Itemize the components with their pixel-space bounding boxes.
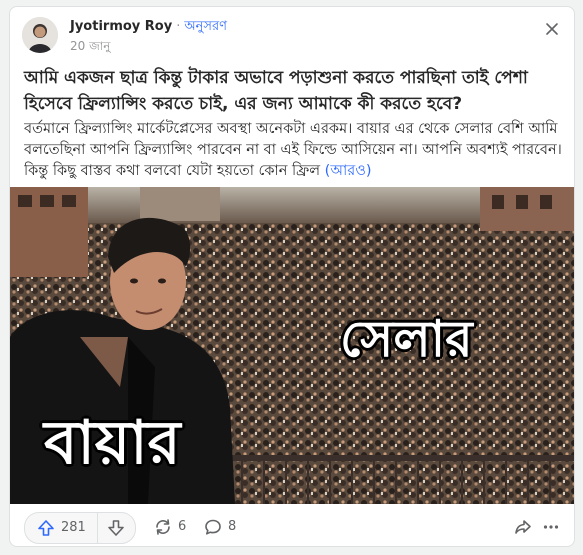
- close-icon[interactable]: [542, 19, 562, 39]
- action-bar: 281 6 8: [24, 512, 564, 544]
- upvote-arrow-icon: [38, 520, 54, 536]
- share-button[interactable]: [514, 512, 536, 542]
- meme-label-seller: সেলার: [340, 310, 473, 368]
- follow-link[interactable]: অনুসরণ: [184, 19, 227, 34]
- question-title[interactable]: আমি একজন ছাত্র কিন্তু টাকার অভাবে পড়াশু…: [24, 65, 564, 117]
- more-options-button[interactable]: [542, 512, 564, 542]
- post-card: Jyotirmoy Roy · অনুসরণ 20 জানু আমি একজন ছা…: [9, 6, 575, 547]
- downvote-button[interactable]: [97, 513, 135, 543]
- avatar-image: [22, 17, 58, 53]
- author-avatar[interactable]: [22, 17, 58, 53]
- author-name[interactable]: Jyotirmoy Roy: [70, 19, 172, 34]
- read-more-link[interactable]: (আরও): [325, 163, 372, 179]
- comment-bubble-icon: [205, 519, 221, 535]
- vote-pill: 281: [24, 512, 136, 544]
- comment-button[interactable]: 8: [204, 512, 244, 542]
- reshare-count: 6: [178, 519, 187, 534]
- downvote-arrow-icon: [108, 520, 124, 536]
- share-arrow-icon: [515, 520, 531, 534]
- more-dots-icon: [543, 525, 559, 529]
- comment-count: 8: [228, 519, 237, 534]
- meme-label-buyer: বায়ার: [44, 408, 181, 478]
- reshare-button[interactable]: 6: [154, 512, 194, 542]
- separator-dot: ·: [176, 19, 181, 34]
- post-date[interactable]: 20 জানু: [70, 39, 110, 53]
- answer-preview[interactable]: বর্তমানে ফ্রিল্যান্সিং মার্কেটপ্লেসের অব…: [24, 119, 564, 182]
- reshare-icon: [156, 519, 170, 535]
- author-line: Jyotirmoy Roy · অনুসরণ: [70, 19, 227, 35]
- upvote-count: 281: [61, 520, 86, 535]
- meme-image[interactable]: সেলার বায়ার: [10, 187, 574, 504]
- answer-text: বর্তমানে ফ্রিল্যান্সিং মার্কেটপ্লেসের অব…: [24, 121, 562, 179]
- upvote-button[interactable]: 281: [25, 513, 98, 543]
